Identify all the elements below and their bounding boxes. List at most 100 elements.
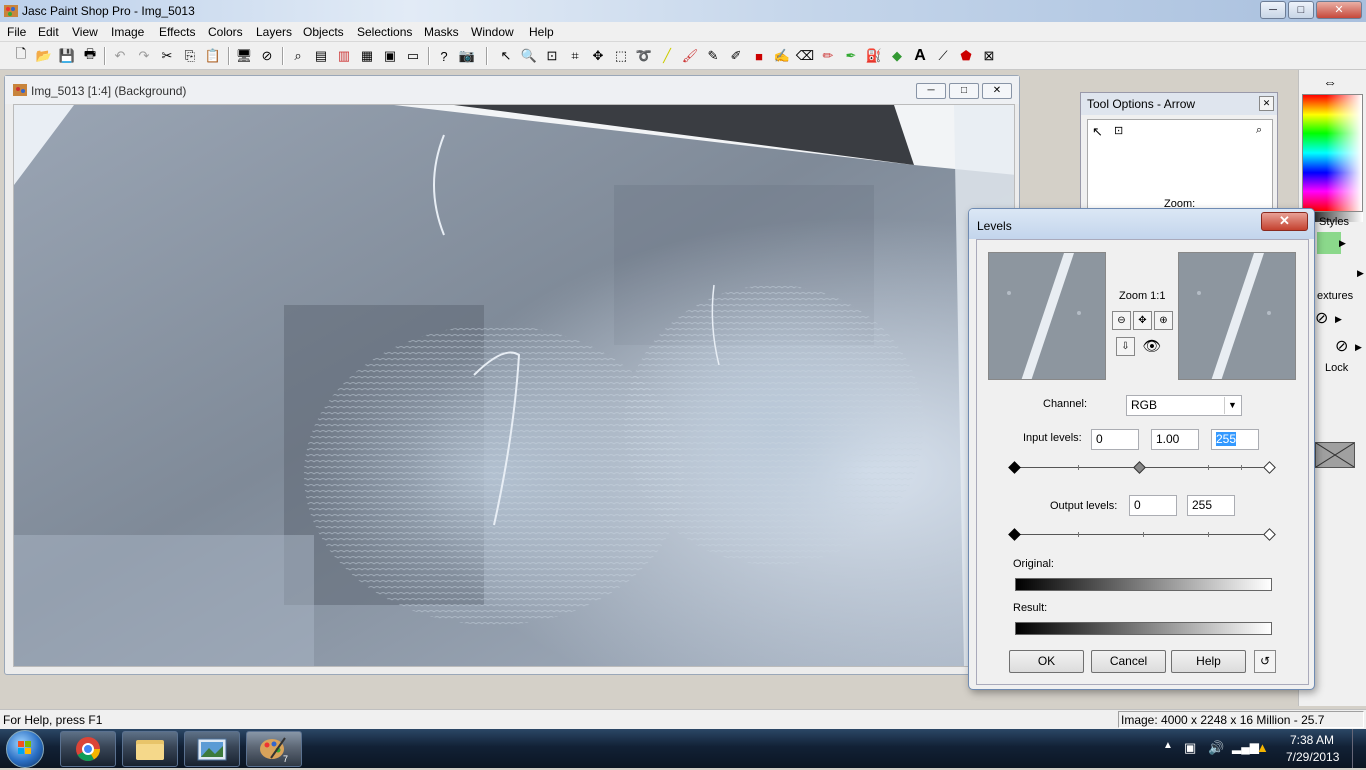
output-white-handle[interactable]	[1263, 528, 1276, 541]
output-slider[interactable]	[1008, 528, 1277, 541]
input-slider[interactable]	[1008, 461, 1277, 474]
channel-select[interactable]: RGB ▼	[1126, 395, 1242, 416]
eraser-icon[interactable]: ⌫	[795, 46, 815, 66]
histogram-icon[interactable]: ▤	[311, 46, 331, 66]
palette-icon[interactable]: ▥	[334, 46, 354, 66]
camera-icon[interactable]: 📷	[457, 46, 477, 66]
before-preview[interactable]	[988, 252, 1106, 380]
object-selector-icon[interactable]: ⊠	[979, 46, 999, 66]
explorer-icon[interactable]	[122, 731, 178, 767]
dropper-icon[interactable]: ╱	[657, 46, 677, 66]
preview-toggle-icon[interactable]: ⇩	[1116, 337, 1135, 356]
input-low-field[interactable]: 0	[1091, 429, 1139, 450]
input-high-field[interactable]: 255	[1211, 429, 1259, 450]
pan-icon[interactable]: ✥	[1133, 311, 1152, 330]
menu-effects[interactable]: Effects	[159, 25, 195, 39]
maximize-button[interactable]: □	[1288, 1, 1314, 19]
text-icon[interactable]: A	[910, 46, 930, 66]
new-icon[interactable]: 🗋	[11, 46, 31, 66]
arrow-tool-icon[interactable]: ↖	[1092, 124, 1103, 140]
eye-icon[interactable]: 👁	[1137, 337, 1167, 356]
zoom-out-icon[interactable]: ⊖	[1112, 311, 1131, 330]
window-icon[interactable]: ▣	[380, 46, 400, 66]
redo-icon[interactable]: ↷	[134, 46, 154, 66]
zoom-in-icon[interactable]: ⊕	[1154, 311, 1173, 330]
network-icon[interactable]: ▂▄▆	[1232, 740, 1259, 754]
style-arrow-icon[interactable]: ▶	[1339, 238, 1346, 249]
image-close-button[interactable]: ✕	[982, 83, 1012, 99]
menu-window[interactable]: Window	[471, 25, 514, 39]
menu-selections[interactable]: Selections	[357, 25, 412, 39]
menu-view[interactable]: View	[72, 25, 98, 39]
tool-options-close-button[interactable]: ✕	[1259, 96, 1274, 111]
deform-icon[interactable]: ⊡	[542, 46, 562, 66]
chrome-icon[interactable]	[60, 731, 116, 767]
menu-colors[interactable]: Colors	[208, 25, 243, 39]
output-low-field[interactable]: 0	[1129, 495, 1177, 516]
paint-shop-pro-icon[interactable]: 7	[246, 731, 302, 767]
menu-objects[interactable]: Objects	[303, 25, 344, 39]
flood-fill-icon[interactable]: ⛽	[864, 46, 884, 66]
deform-tool-icon[interactable]: ⊡	[1114, 124, 1123, 137]
no-texture2-icon[interactable]: ⊘	[1335, 336, 1348, 356]
tray-expand-icon[interactable]: ▲	[1163, 740, 1173, 751]
cut-icon[interactable]: ✂	[157, 46, 177, 66]
menu-masks[interactable]: Masks	[424, 25, 459, 39]
transparent-swatch[interactable]	[1315, 442, 1355, 468]
levels-close-button[interactable]: ✕	[1261, 212, 1308, 231]
foreground-style-swatch[interactable]	[1317, 232, 1341, 254]
drive-sync-icon[interactable]: ▲	[1256, 740, 1269, 755]
output-black-handle[interactable]	[1008, 528, 1021, 541]
draw-icon[interactable]: ⟋	[933, 46, 953, 66]
menu-file[interactable]: File	[7, 25, 26, 39]
copy-icon[interactable]: ⎘	[180, 46, 200, 66]
airbrush-icon[interactable]: ✒	[841, 46, 861, 66]
arrow-icon[interactable]: ↖	[496, 46, 516, 66]
menu-layers[interactable]: Layers	[256, 25, 292, 39]
window2-icon[interactable]: ▭	[403, 46, 423, 66]
retouch-icon[interactable]: ■	[749, 46, 769, 66]
zoom-tool-icon[interactable]: ⌕	[1256, 124, 1262, 137]
paintbrush-icon[interactable]: 🖌	[680, 46, 700, 66]
magnifier-icon[interactable]: 🔍	[519, 46, 539, 66]
device-icon[interactable]: ▣	[1184, 740, 1196, 756]
help-button[interactable]: Help	[1171, 650, 1246, 673]
start-orb-icon[interactable]	[6, 730, 44, 768]
scratch-remover-icon[interactable]: ✍	[772, 46, 792, 66]
picture-tube-icon[interactable]: ✏	[818, 46, 838, 66]
save-icon[interactable]: 💾	[57, 46, 77, 66]
color-replacer-icon[interactable]: ✐	[726, 46, 746, 66]
zoom-icon[interactable]: ⌕	[288, 46, 308, 66]
open-icon[interactable]: 📂	[34, 46, 54, 66]
overview-icon[interactable]: ▦	[357, 46, 377, 66]
chevron-down-icon[interactable]: ▼	[1224, 397, 1240, 414]
style-arrow2-icon[interactable]: ▶	[1357, 268, 1364, 279]
input-black-handle[interactable]	[1008, 461, 1021, 474]
texture-arrow2-icon[interactable]: ▶	[1355, 342, 1362, 353]
menu-image[interactable]: Image	[111, 25, 144, 39]
input-white-handle[interactable]	[1263, 461, 1276, 474]
clock-time[interactable]: 7:38 AM	[1290, 733, 1334, 747]
undo-icon[interactable]: ↶	[110, 46, 130, 66]
lasso-icon[interactable]: ➰	[634, 46, 654, 66]
clone-icon[interactable]: ✎	[703, 46, 723, 66]
show-desktop-button[interactable]	[1352, 729, 1366, 768]
input-gamma-field[interactable]: 1.00	[1151, 429, 1199, 450]
clock-date[interactable]: 7/29/2013	[1286, 750, 1339, 764]
mover-icon[interactable]: ✥	[588, 46, 608, 66]
volume-icon[interactable]: 🔊	[1208, 740, 1224, 756]
screen-icon[interactable]: 🖥	[234, 46, 254, 66]
preset-shapes-icon[interactable]: ⬟	[956, 46, 976, 66]
menu-help[interactable]: Help	[529, 25, 554, 39]
crop-icon[interactable]: ⌗	[565, 46, 585, 66]
paste-icon[interactable]: 📋	[203, 46, 223, 66]
ok-button[interactable]: OK	[1009, 650, 1084, 673]
fill-icon[interactable]: ◆	[887, 46, 907, 66]
output-high-field[interactable]: 255	[1187, 495, 1235, 516]
circle-slash-icon[interactable]: ⊘	[257, 46, 277, 66]
image-viewer-icon[interactable]	[184, 731, 240, 767]
after-preview[interactable]	[1178, 252, 1296, 380]
input-gamma-handle[interactable]	[1133, 461, 1146, 474]
image-canvas[interactable]	[13, 104, 1015, 667]
image-maximize-button[interactable]: □	[949, 83, 979, 99]
